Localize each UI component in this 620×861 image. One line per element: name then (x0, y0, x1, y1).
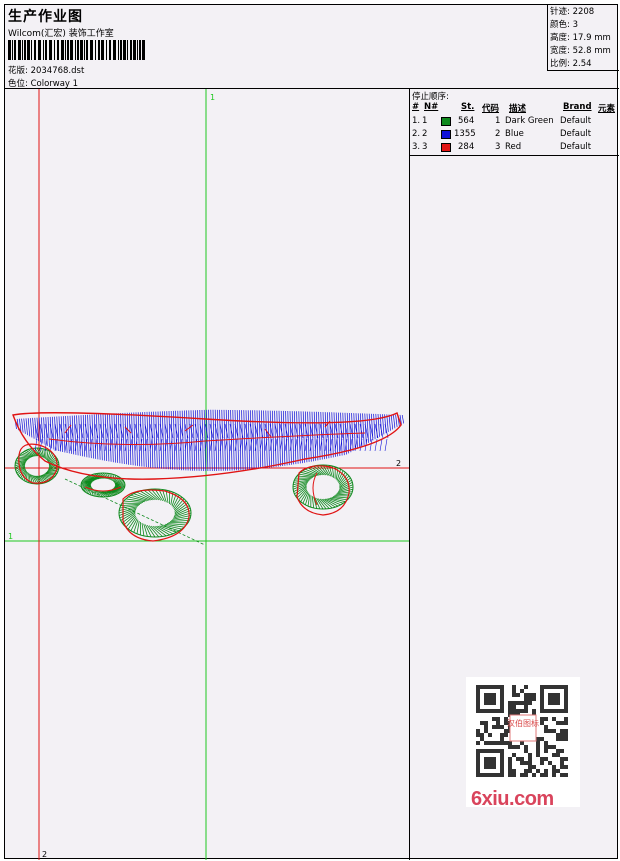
stat-stitches: 针迹: 2208 (550, 7, 595, 17)
stat-scale: 比例: 2.54 (550, 59, 592, 69)
colorway-label: 色位: (8, 79, 28, 89)
stop-row: 2. 2 1355 2 Blue Default (412, 129, 592, 139)
col-needle: N# (424, 102, 439, 112)
red-guide-label-right: 2 (396, 459, 401, 468)
stat-width: 宽度: 52.8 mm (550, 46, 611, 56)
col-description: 描述 (509, 104, 527, 114)
barcode-icon (8, 40, 145, 60)
green-guide-label-top: 1 (210, 93, 215, 102)
embroidery-preview: 1 1 2 2 (5, 89, 409, 860)
design-stats: 针迹: 2208 颜色: 3 高度: 17.9 mm 宽度: 52.8 mm 比… (547, 5, 619, 71)
stop-row: 1. 1 564 1 Dark Green Default (412, 116, 592, 126)
color-swatch (441, 143, 451, 152)
stop-row: 3. 3 284 3 Red Default (412, 142, 592, 152)
sheet-title: 生产作业图 (8, 9, 83, 25)
red-guide-label-bottom: 2 (42, 850, 47, 859)
col-index: # (412, 102, 420, 112)
color-swatch (441, 117, 451, 126)
embroidery-drawing: 1 1 2 2 (5, 89, 409, 860)
green-guide-label-left: 1 (8, 532, 13, 541)
stat-height: 高度: 17.9 mm (550, 33, 611, 43)
stop-sequence-title: 停止顺序: (412, 92, 449, 102)
design-file: 花版: 2034768.dst (8, 64, 84, 76)
color-swatch (441, 130, 451, 139)
col-element: 元素 (598, 104, 616, 114)
design-label: 花版: (8, 66, 28, 76)
stitch-layer (12, 409, 405, 542)
svg-text:汉伯图标: 汉伯图标 (507, 718, 539, 728)
col-stitches: St. (461, 102, 475, 112)
studio-name: Wilcom(汇宏) 装饰工作室 (8, 29, 114, 39)
col-code: 代码 (482, 104, 500, 114)
design-value: 2034768.dst (30, 66, 85, 76)
stat-colors: 颜色: 3 (550, 20, 578, 30)
stop-sequence-table: 停止顺序: # N# St. 代码 描述 Brand 元素 1. 1 564 1… (410, 89, 619, 156)
colorway-value: Colorway 1 (30, 79, 79, 89)
col-brand: Brand (563, 102, 592, 112)
watermark-site: 6xiu.com (471, 788, 554, 810)
colorway: 色位: Colorway 1 (8, 77, 78, 89)
sheet-header: 生产作业图 Wilcom(汇宏) 装饰工作室 花版: 2034768.dst 色… (5, 5, 619, 89)
